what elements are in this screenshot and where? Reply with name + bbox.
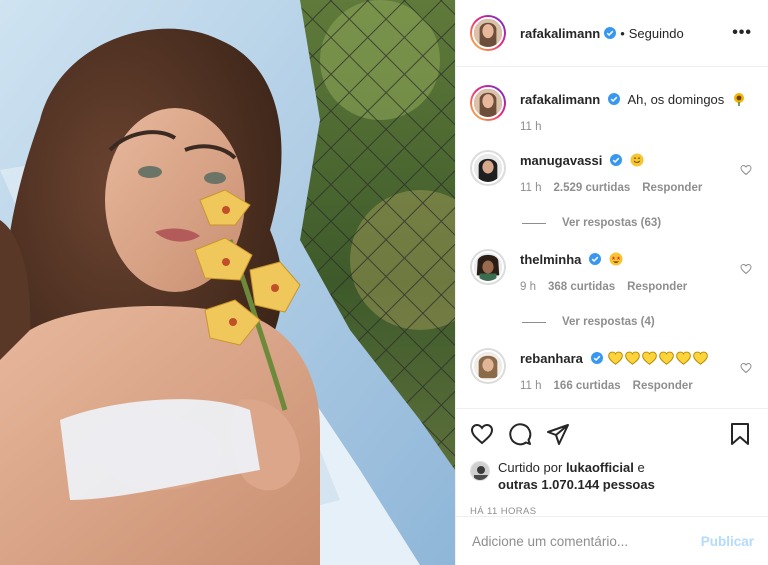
liked-by-conj: e — [637, 460, 645, 475]
caption-username[interactable]: rafakalimann — [520, 92, 600, 107]
liked-by-others[interactable]: outras 1.070.144 pessoas — [498, 477, 655, 492]
comment-username[interactable]: rebanhara — [520, 351, 583, 366]
liked-by-avatar[interactable] — [470, 461, 490, 481]
liked-by-prefix: Curtido por — [498, 460, 563, 475]
share-paper-plane-icon[interactable] — [546, 422, 570, 446]
star-struck-emoji-icon — [609, 252, 623, 266]
verified-badge-icon — [607, 93, 620, 105]
portrait-photo — [0, 0, 455, 565]
replies-divider — [522, 222, 546, 224]
liked-by-user[interactable]: lukaofficial — [566, 460, 634, 475]
comment-avatar[interactable] — [470, 348, 506, 384]
view-replies-button[interactable]: Ver respostas (4) — [522, 316, 752, 328]
separator-dot: • — [620, 25, 625, 41]
author-avatar[interactable] — [470, 15, 506, 51]
comment-time: 9 h — [520, 281, 536, 293]
sunflower-emoji-icon — [733, 93, 744, 106]
post-actions: Curtido por lukaofficial e outras 1.070.… — [456, 408, 768, 517]
comment-avatar[interactable] — [470, 150, 506, 186]
add-comment-bar: Publicar — [456, 516, 768, 565]
comments-list[interactable]: rafakalimann Ah, os domingos 11 h manuga… — [456, 68, 768, 408]
yellow-hearts-emoji-icon — [606, 351, 708, 366]
comment-item: manugavassi 11 h 2.529 curtidas Responde… — [470, 133, 752, 194]
following-status[interactable]: Seguindo — [629, 26, 684, 41]
comment-username[interactable]: thelminha — [520, 252, 581, 267]
comment-likes[interactable]: 2.529 curtidas — [554, 182, 631, 194]
reply-button[interactable]: Responder — [627, 281, 687, 293]
caption-text: Ah, os domingos — [627, 92, 725, 107]
publish-button[interactable]: Publicar — [701, 534, 754, 549]
like-comment-heart-icon[interactable] — [740, 164, 752, 176]
avatar-image — [474, 154, 502, 182]
avatar-image — [474, 19, 502, 47]
comment-avatar[interactable] — [470, 249, 506, 285]
liked-by: Curtido por lukaofficial e outras 1.070.… — [470, 459, 752, 493]
instagram-post: rafakalimann • Seguindo ••• rafakalimann… — [0, 0, 768, 565]
comment-input[interactable] — [472, 533, 701, 549]
author-username[interactable]: rafakalimann — [520, 26, 600, 41]
avatar-image — [474, 352, 502, 380]
comment-time: 11 h — [520, 380, 542, 392]
verified-badge-icon — [604, 27, 617, 39]
avatar-image — [474, 253, 502, 281]
more-options-icon[interactable]: ••• — [732, 24, 752, 42]
comment-likes[interactable]: 368 curtidas — [548, 281, 615, 293]
replies-divider — [522, 321, 546, 323]
reply-button[interactable]: Responder — [633, 380, 693, 392]
verified-badge-icon — [589, 253, 602, 265]
post-photo[interactable] — [0, 0, 455, 565]
comment-item: thelminha 9 h 368 curtidas Responder — [470, 229, 752, 293]
view-replies-button[interactable]: Ver respostas (63) — [522, 217, 752, 229]
view-replies-label: Ver respostas (63) — [562, 217, 662, 229]
save-bookmark-icon[interactable] — [728, 422, 752, 446]
comment-bubble-icon[interactable] — [508, 422, 532, 446]
smiling-face-emoji-icon — [630, 153, 644, 167]
caption-time: 11 h — [520, 121, 542, 133]
post-header: rafakalimann • Seguindo ••• — [456, 0, 768, 67]
comment-likes[interactable]: 166 curtidas — [554, 380, 621, 392]
verified-badge-icon — [590, 352, 603, 364]
like-comment-heart-icon[interactable] — [740, 263, 752, 275]
comment-username[interactable]: manugavassi — [520, 153, 602, 168]
caption: rafakalimann Ah, os domingos 11 h — [470, 68, 752, 133]
post-side-panel: rafakalimann • Seguindo ••• rafakalimann… — [455, 0, 768, 565]
avatar-image — [474, 89, 502, 117]
avatar-image — [471, 462, 489, 480]
comment-time: 11 h — [520, 182, 542, 194]
caption-avatar[interactable] — [470, 85, 506, 121]
like-heart-icon[interactable] — [470, 422, 494, 446]
view-replies-label: Ver respostas (4) — [562, 316, 655, 328]
like-comment-heart-icon[interactable] — [740, 362, 752, 374]
verified-badge-icon — [610, 154, 622, 166]
reply-button[interactable]: Responder — [642, 182, 702, 194]
comment-item: rebanhara 11 h 166 curtidas Responder — [470, 328, 752, 392]
